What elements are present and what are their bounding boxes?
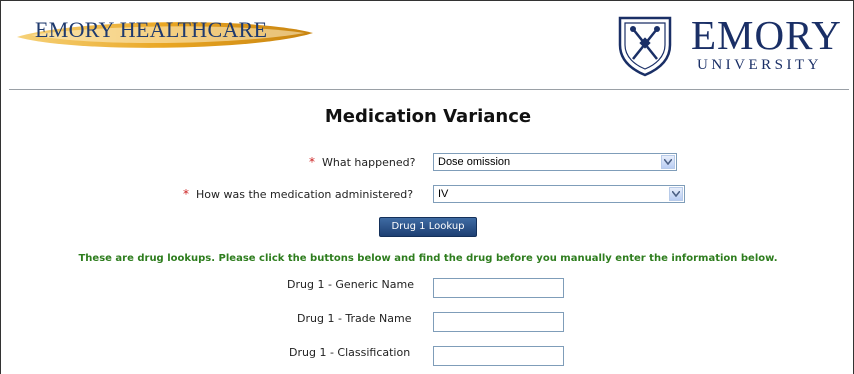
what-happened-label-row: * What happened? bbox=[309, 155, 415, 169]
trade-name-label: Drug 1 - Trade Name bbox=[297, 312, 412, 325]
page-title: Medication Variance bbox=[324, 106, 532, 127]
emory-university-subtitle: UNIVERSITY bbox=[697, 57, 822, 73]
emory-healthcare-logo-text: EMORY HEALTHCARE bbox=[35, 17, 268, 42]
required-asterisk: * bbox=[309, 155, 315, 169]
administered-value: IV bbox=[438, 188, 449, 200]
chevron-down-icon[interactable] bbox=[661, 155, 675, 169]
classification-input[interactable] bbox=[433, 346, 564, 366]
header-divider bbox=[9, 89, 849, 90]
emory-shield-icon bbox=[618, 16, 672, 77]
generic-name-input[interactable] bbox=[433, 278, 564, 298]
what-happened-label: What happened? bbox=[322, 156, 416, 169]
administered-select[interactable]: IV bbox=[433, 185, 685, 203]
what-happened-select[interactable]: Dose omission bbox=[433, 153, 677, 171]
what-happened-value: Dose omission bbox=[438, 156, 511, 168]
required-asterisk: * bbox=[183, 187, 189, 201]
trade-name-input[interactable] bbox=[433, 312, 564, 332]
generic-name-label: Drug 1 - Generic Name bbox=[287, 278, 415, 291]
drug-1-lookup-button[interactable]: Drug 1 Lookup bbox=[379, 217, 477, 237]
classification-label: Drug 1 - Classification bbox=[289, 346, 411, 359]
drug-lookup-instructions: These are drug lookups. Please click the… bbox=[78, 253, 778, 264]
administered-label: How was the medication administered? bbox=[196, 188, 414, 201]
chevron-down-icon[interactable] bbox=[669, 187, 683, 201]
page-frame: EMORY HEALTHCARE EMORY UNIVERSITY Medica… bbox=[0, 0, 854, 374]
administered-label-row: * How was the medication administered? bbox=[183, 187, 413, 201]
emory-university-wordmark: EMORY bbox=[691, 12, 842, 58]
